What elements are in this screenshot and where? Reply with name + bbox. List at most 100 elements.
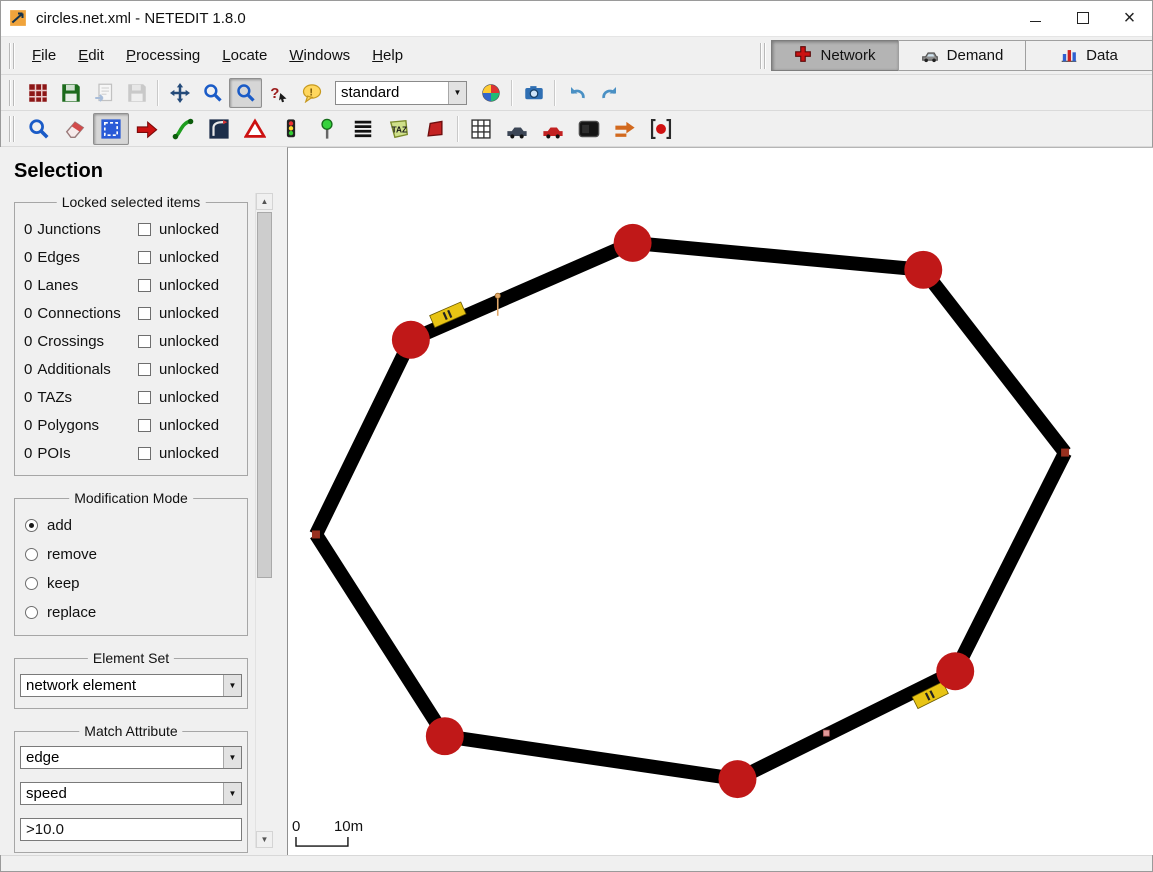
unlocked-checkbox[interactable] (138, 391, 151, 404)
move-view-button[interactable] (163, 78, 196, 108)
toolbar-grip[interactable] (9, 80, 16, 106)
redo-button[interactable] (593, 78, 626, 108)
edit-color-scheme-button[interactable] (474, 78, 507, 108)
new-network-button[interactable] (21, 78, 54, 108)
network-canvas[interactable]: 010m (287, 147, 1153, 855)
chevron-down-icon[interactable]: ▼ (223, 675, 241, 696)
scroll-thumb[interactable] (257, 212, 272, 578)
taz-mode-button[interactable]: TAZ (381, 113, 417, 145)
minimize-button[interactable] (1012, 0, 1059, 36)
network-view[interactable]: 010m (288, 148, 1153, 855)
whats-this-button[interactable]: ? (262, 78, 295, 108)
menu-locate[interactable]: Locate (211, 42, 278, 70)
match-attribute-combo[interactable]: speed ▼ (20, 782, 242, 805)
unlocked-checkbox[interactable] (138, 363, 151, 376)
additional-mode-button[interactable] (309, 113, 345, 145)
menubar-grip[interactable] (9, 43, 16, 69)
supermode-tab-data[interactable]: Data (1025, 40, 1153, 71)
item-label: TAZs (37, 389, 72, 406)
inspect-mode-button[interactable] (21, 113, 57, 145)
scroll-up-icon[interactable]: ▲ (256, 193, 273, 210)
radio-add[interactable] (25, 519, 38, 532)
element-set-combo[interactable]: network element ▼ (20, 674, 242, 697)
spread-vehicles-toggle-button[interactable] (643, 113, 679, 145)
create-edge-mode-button[interactable] (165, 113, 201, 145)
radio-replace[interactable] (25, 606, 38, 619)
item-count: 0 (24, 305, 32, 322)
road-edge[interactable] (316, 340, 411, 535)
match-value-input[interactable] (20, 818, 242, 841)
save-file-button[interactable] (120, 78, 153, 108)
unlocked-checkbox[interactable] (138, 419, 151, 432)
undo-button[interactable] (560, 78, 593, 108)
close-button[interactable]: × (1106, 0, 1153, 36)
select-mode-button[interactable] (93, 113, 129, 145)
maximize-button[interactable] (1059, 0, 1106, 36)
select-icon (100, 118, 122, 140)
screenshot-button[interactable] (517, 78, 550, 108)
shape-mode-button[interactable] (417, 113, 453, 145)
road-edge[interactable] (633, 243, 924, 270)
sidebar-scrollbar[interactable]: ▲ ▼ (255, 193, 273, 848)
show-connections-toggle-button[interactable] (571, 113, 607, 145)
unlocked-checkbox[interactable] (138, 279, 151, 292)
zoom-button[interactable] (196, 78, 229, 108)
move-mode-button[interactable] (129, 113, 165, 145)
mod-option-add[interactable]: add (15, 511, 247, 540)
junction-small[interactable] (1061, 449, 1069, 457)
road-edge[interactable] (737, 671, 955, 779)
poi-marker[interactable] (823, 730, 829, 736)
road-edge[interactable] (923, 270, 1065, 453)
menu-file[interactable]: File (21, 42, 67, 70)
menu-windows[interactable]: Windows (278, 42, 361, 70)
save-network-button[interactable] (54, 78, 87, 108)
crossing-mode-button[interactable] (345, 113, 381, 145)
tooltip-button[interactable]: ! (295, 78, 328, 108)
camera-icon (524, 83, 544, 103)
toolbar-grip[interactable] (9, 116, 16, 142)
mod-option-remove[interactable]: remove (15, 540, 247, 569)
mod-option-replace[interactable]: replace (15, 598, 247, 627)
junction[interactable] (719, 760, 757, 798)
match-tag-combo[interactable]: edge ▼ (20, 746, 242, 769)
junction-small[interactable] (312, 530, 320, 538)
road-edge[interactable] (411, 243, 633, 340)
unlocked-checkbox[interactable] (138, 251, 151, 264)
road-edge[interactable] (955, 453, 1065, 672)
menu-processing[interactable]: Processing (115, 42, 211, 70)
supermode-tab-network[interactable]: Network (771, 40, 899, 71)
grid-toggle-button[interactable] (463, 113, 499, 145)
chevron-down-icon[interactable]: ▼ (223, 783, 241, 804)
junction[interactable] (904, 251, 942, 289)
menu-edit[interactable]: Edit (67, 42, 115, 70)
radio-remove[interactable] (25, 548, 38, 561)
unlocked-checkbox[interactable] (138, 447, 151, 460)
connection-mode-button[interactable] (201, 113, 237, 145)
open-file-button[interactable] (87, 78, 120, 108)
scroll-down-icon[interactable]: ▼ (256, 831, 273, 848)
demand-elements-toggle-button[interactable] (535, 113, 571, 145)
radio-keep[interactable] (25, 577, 38, 590)
menu-help[interactable]: Help (361, 42, 414, 70)
prohibition-mode-button[interactable] (237, 113, 273, 145)
chevron-down-icon[interactable]: ▼ (223, 747, 241, 768)
unlocked-checkbox[interactable] (138, 307, 151, 320)
supermode-grip[interactable] (760, 43, 767, 69)
zoom-region-button[interactable] (229, 78, 262, 108)
junction[interactable] (936, 652, 974, 690)
road-edge[interactable] (445, 736, 738, 779)
supermode-tab-demand[interactable]: Demand (898, 40, 1026, 71)
delete-mode-button[interactable] (57, 113, 93, 145)
traffic-light-mode-button[interactable] (273, 113, 309, 145)
road-edge[interactable] (316, 534, 445, 736)
unlocked-checkbox[interactable] (138, 223, 151, 236)
vehicles-toggle-button[interactable] (499, 113, 535, 145)
junction[interactable] (426, 717, 464, 755)
mod-option-keep[interactable]: keep (15, 569, 247, 598)
view-scheme-combo[interactable]: standard▼ (335, 81, 467, 105)
chevron-down-icon[interactable]: ▼ (448, 82, 466, 104)
junction[interactable] (392, 321, 430, 359)
junction[interactable] (614, 224, 652, 262)
chain-edges-toggle-button[interactable] (607, 113, 643, 145)
unlocked-checkbox[interactable] (138, 335, 151, 348)
